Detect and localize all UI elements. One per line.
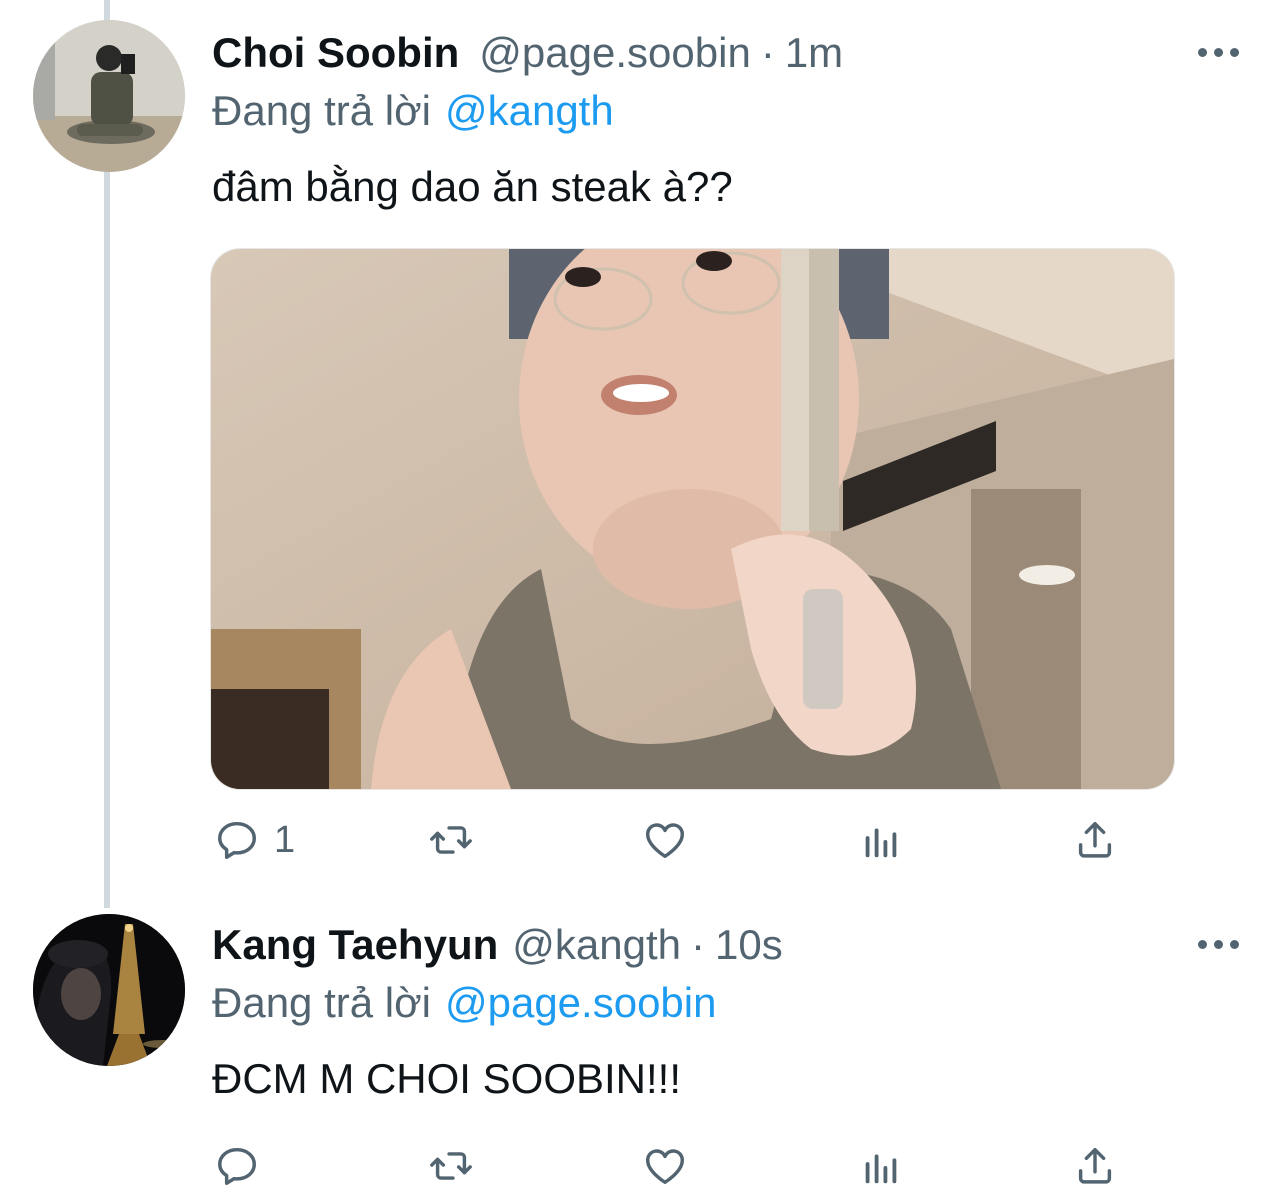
- avatar[interactable]: [33, 914, 185, 1066]
- share-icon: [1078, 1147, 1112, 1184]
- reply-button[interactable]: [214, 1136, 274, 1196]
- reply-icon: [218, 821, 256, 859]
- like-icon: [646, 1149, 684, 1185]
- more-icon[interactable]: [1198, 934, 1240, 954]
- views-button[interactable]: [858, 810, 904, 870]
- like-icon: [646, 823, 684, 859]
- author-handle[interactable]: @page.soobin: [479, 29, 751, 76]
- author-name[interactable]: Kang Taehyun: [212, 921, 498, 968]
- tweet-header: Choi Soobin @page.soobin · 1m: [212, 28, 843, 78]
- photo-image: [211, 249, 1174, 789]
- reply-icon: [218, 1147, 256, 1185]
- views-icon: [865, 1154, 897, 1184]
- tweet[interactable]: Kang Taehyun @kangth · 10s Đang trả lời @pag…: [0, 900, 1284, 1202]
- share-button[interactable]: [1072, 1136, 1118, 1196]
- author-name[interactable]: Choi Soobin: [212, 29, 459, 76]
- tweet-actions: [0, 1136, 1284, 1196]
- share-icon: [1078, 821, 1112, 858]
- retweet-icon: [430, 1152, 472, 1180]
- like-button[interactable]: [642, 1136, 688, 1196]
- replying-to: Đang trả lời @page.soobin: [212, 978, 716, 1028]
- tweet-media-photo[interactable]: [210, 248, 1175, 790]
- separator: ·: [691, 921, 705, 968]
- retweet-icon: [430, 826, 472, 854]
- more-icon[interactable]: [1198, 42, 1240, 62]
- tweet[interactable]: Choi Soobin @page.soobin · 1m Đang trả lời @…: [0, 0, 1284, 900]
- views-button[interactable]: [858, 1136, 904, 1196]
- replying-to: Đang trả lời @kangth: [212, 86, 614, 136]
- tweet-actions: 1: [0, 810, 1284, 870]
- replying-to-handle[interactable]: @page.soobin: [445, 979, 717, 1026]
- author-handle[interactable]: @kangth: [512, 921, 681, 968]
- replying-to-label: Đang trả lời: [212, 979, 431, 1026]
- like-button[interactable]: [642, 810, 688, 870]
- share-button[interactable]: [1072, 810, 1118, 870]
- separator: ·: [760, 29, 775, 76]
- tweet-text: đâm bằng dao ăn steak à??: [212, 163, 733, 210]
- tweet-text: ĐCM M CHOI SOOBIN!!!: [212, 1055, 682, 1102]
- tweet-header: Kang Taehyun @kangth · 10s: [212, 920, 783, 970]
- replying-to-label: Đang trả lời: [212, 87, 431, 134]
- avatar-image: [33, 914, 185, 1066]
- views-icon: [865, 828, 897, 858]
- timestamp[interactable]: 10s: [715, 921, 783, 968]
- timestamp[interactable]: 1m: [785, 29, 843, 76]
- retweet-button[interactable]: [428, 810, 474, 870]
- reply-count: 1: [274, 818, 296, 861]
- avatar-image: [33, 20, 185, 172]
- retweet-button[interactable]: [428, 1136, 474, 1196]
- avatar[interactable]: [33, 20, 185, 172]
- replying-to-handle[interactable]: @kangth: [445, 87, 614, 134]
- reply-button[interactable]: 1: [214, 810, 295, 870]
